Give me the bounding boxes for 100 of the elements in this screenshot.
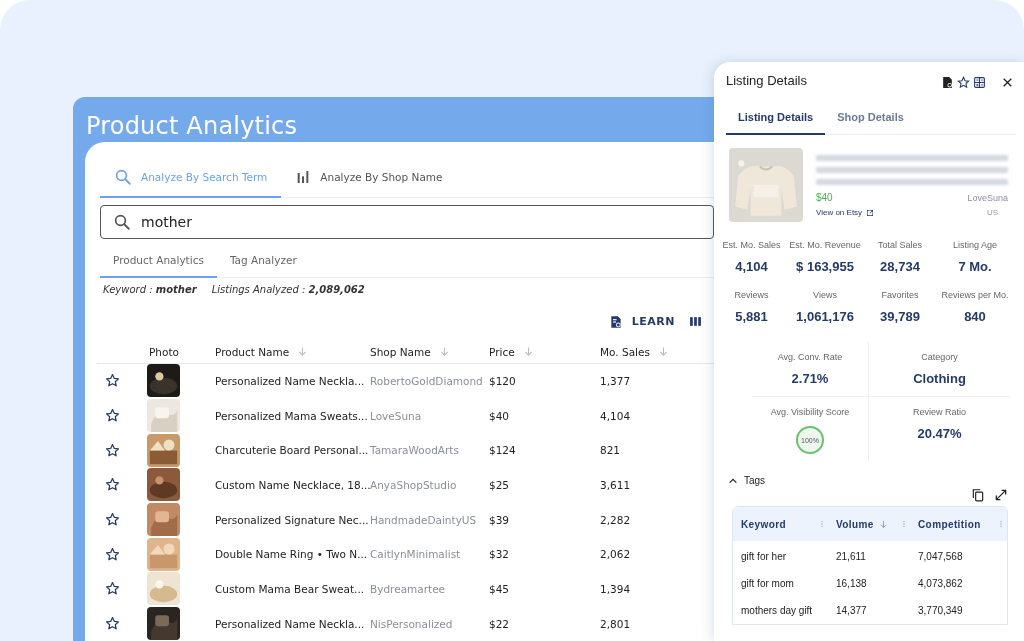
search-field[interactable]: mother (100, 204, 714, 239)
price: $25 (489, 478, 511, 491)
product-name[interactable]: Custom Name Necklace, 18... (215, 478, 370, 491)
price: $45 (489, 582, 511, 595)
search-icon (113, 212, 131, 231)
shop-name: RobertoGoldDiamond (370, 374, 484, 387)
stat-label: Reviews (734, 290, 769, 300)
document-icon (608, 314, 623, 329)
star-icon[interactable] (105, 512, 120, 528)
star-icon[interactable] (957, 76, 970, 89)
summary-text: Keyword : mother (103, 283, 197, 295)
metric-value: 2.71% (791, 371, 829, 386)
document-icon[interactable] (941, 76, 954, 89)
close-icon[interactable] (1001, 76, 1014, 89)
metric-label: Avg. Conv. Rate (777, 352, 843, 362)
price: $124 (489, 444, 517, 457)
product-name[interactable]: Personalized Signature Nec... (215, 513, 370, 526)
product-name[interactable]: Double Name Ring • Two N... (215, 548, 370, 561)
sort-arrow-icon (522, 346, 534, 357)
column-header[interactable]: Competition (918, 518, 981, 530)
product-name[interactable]: Personalized Mama Sweats... (215, 409, 370, 422)
table-cell-text: 3,770,349 (917, 605, 964, 616)
metric-value: 20.47% (917, 426, 962, 441)
star-icon[interactable] (105, 581, 120, 597)
detail-tab[interactable]: Listing Details (726, 106, 826, 135)
copy-icon[interactable] (971, 488, 985, 502)
sort-arrow-icon (878, 519, 888, 529)
stat-label: Est. Mo. Sales (722, 240, 781, 250)
stat-value: 28,734 (880, 259, 920, 274)
detail-tab[interactable]: Shop Details (825, 106, 916, 135)
shop-name: CaitlynMinimalist (370, 548, 462, 561)
sort-arrow-icon (438, 346, 450, 357)
product-name[interactable]: Personalized Name Neckla... (215, 617, 370, 630)
table-cell-text: gift for her (740, 551, 788, 562)
shop-name: LoveSuna (967, 192, 1008, 203)
stat-value: 5,881 (735, 309, 768, 324)
shop-name: AnyaShopStudio (370, 478, 458, 491)
analysis-tab[interactable]: Product Analytics (100, 248, 217, 278)
product-name[interactable]: Custom Mama Bear Sweat... (215, 582, 370, 595)
search-input[interactable]: mother (141, 213, 701, 230)
metric-label: Avg. Visibility Score (770, 407, 850, 417)
table-cell-text: gift for mom (740, 578, 795, 589)
metric-label: Review Ratio (913, 407, 966, 417)
learn-button[interactable]: LEARN (608, 314, 675, 329)
search-icon (114, 167, 132, 186)
analysis-tab[interactable]: Tag Analyzer (216, 248, 310, 278)
search-mode-tab[interactable]: Analyze By Shop Name (281, 159, 457, 198)
star-icon[interactable] (105, 373, 120, 389)
column-header[interactable]: Price (489, 345, 534, 358)
metric-value: Clothing (913, 371, 966, 386)
stat-label: Views (813, 290, 837, 300)
external-link-icon (866, 208, 875, 217)
metric-label: Category (921, 352, 958, 362)
price: $39 (489, 513, 511, 526)
table-cell-text: 21,611 (835, 551, 867, 562)
column-header[interactable]: Shop Name (370, 345, 450, 358)
star-icon[interactable] (105, 442, 120, 458)
star-icon[interactable] (105, 477, 120, 493)
column-header[interactable]: Volume (836, 518, 888, 530)
product-name[interactable]: Personalized Name Neckla... (215, 374, 370, 387)
shop-name: NisPersonalized (370, 617, 454, 630)
table-cell-text: 16,138 (835, 578, 868, 589)
star-icon[interactable] (105, 616, 120, 632)
stat-value: $ 163,955 (796, 259, 854, 274)
listing-price: $40 (816, 192, 833, 203)
summary-text: Listings Analyzed : 2,089,062 (211, 283, 365, 295)
shop-name: TamaraWoodArts (370, 444, 460, 457)
columns-icon (689, 315, 702, 328)
star-icon[interactable] (105, 546, 120, 562)
price: $22 (489, 617, 511, 630)
table-cell-text: 7,047,568 (917, 551, 964, 562)
shop-name: HandmadeDaintyUS (370, 513, 478, 526)
stat-value: 840 (964, 309, 986, 324)
sort-arrow-icon (657, 346, 669, 357)
stat-label: Reviews per Mo. (941, 290, 1009, 300)
stat-value: 1,061,176 (796, 309, 854, 324)
stat-value: 4,104 (735, 259, 768, 274)
monthly-sales: 2,801 (600, 617, 632, 630)
price: $40 (489, 409, 511, 422)
table-cell-text: mothers day gift (740, 605, 814, 616)
monthly-sales: 1,377 (600, 374, 632, 387)
stat-value: 39,789 (880, 309, 920, 324)
expand-icon[interactable] (994, 488, 1008, 502)
column-header[interactable]: Mo. Sales (600, 345, 669, 358)
column-header[interactable]: Photo (149, 345, 179, 358)
stat-label: Est. Mo. Revenue (789, 240, 861, 250)
column-header[interactable]: Product Name (215, 345, 309, 358)
price: $120 (489, 374, 517, 387)
star-icon[interactable] (105, 408, 120, 424)
shop-name: Bydreamartee (370, 582, 447, 595)
sort-arrow-icon (297, 346, 309, 357)
monthly-sales: 2,282 (600, 513, 632, 526)
product-name[interactable]: Charcuterie Board Personal... (215, 444, 370, 457)
column-header[interactable]: Keyword (741, 518, 787, 530)
panel-title: Listing Details (726, 73, 807, 88)
monthly-sales: 3,611 (600, 478, 632, 491)
stat-label: Favorites (881, 290, 919, 300)
monthly-sales: 2,062 (600, 548, 632, 561)
tags-toggle[interactable]: Tags (728, 475, 766, 486)
etsy-link[interactable]: View on Etsy (816, 208, 875, 217)
